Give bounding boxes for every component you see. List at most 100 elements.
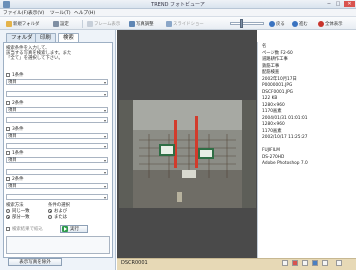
condition2-item-select[interactable]: 項目 <box>6 107 108 113</box>
window-title: TREND フォトビューア <box>151 2 205 8</box>
minimize-button[interactable]: − <box>325 1 333 7</box>
maximize-button[interactable]: □ <box>334 1 342 7</box>
fit-label: 全体表示 <box>325 21 343 27</box>
menu-tools[interactable]: ツール(T) <box>50 10 71 16</box>
play-icon <box>62 226 68 232</box>
construction-photo <box>119 100 256 208</box>
property-value: 2004/01/31 01:01:01 <box>262 115 308 121</box>
property-value: FUJIFILM <box>262 148 280 153</box>
condition4-value-select[interactable] <box>6 169 108 175</box>
condition3-label: 3条件 <box>12 127 24 132</box>
zoom-slider-thumb[interactable] <box>240 19 243 28</box>
slideshow-icon <box>166 20 172 27</box>
back-label: 戻る <box>276 21 285 27</box>
forward-arrow-icon <box>292 20 298 27</box>
property-value: DSCF0001.JPG <box>262 89 293 95</box>
or-radio[interactable] <box>48 215 52 219</box>
search-result-list[interactable] <box>6 236 110 254</box>
tab-search[interactable]: 検索 <box>58 33 79 42</box>
settings-label: 設定 <box>60 21 69 27</box>
slideshow-label: スライドショー <box>173 21 204 27</box>
condition3-item-select[interactable]: 項目 <box>6 133 108 139</box>
slideshow-button[interactable]: スライドショー <box>163 19 207 28</box>
view-mark-icon[interactable] <box>292 260 298 266</box>
menu-bar: ファイル(F) 表示(V) ツール(T) ヘルプ(H) <box>0 9 356 17</box>
back-button[interactable]: 戻る <box>266 19 288 28</box>
condition2-value-select[interactable] <box>6 117 108 123</box>
execute-label: 実行 <box>70 227 79 232</box>
property-value: 1280×960 <box>262 122 285 127</box>
new-folder-label: 新規フォルダ <box>13 21 40 27</box>
new-folder-button[interactable]: 新規フォルダ <box>3 19 42 28</box>
condition4-checkbox[interactable] <box>6 151 10 155</box>
condition4-item-select[interactable]: 項目 <box>6 157 108 163</box>
partial-match-label: 部分一致 <box>12 215 30 220</box>
property-value: 1170画素 <box>262 109 282 114</box>
gear-icon <box>53 20 59 27</box>
photo-icon <box>129 20 135 27</box>
condition1-label: 1条件 <box>12 73 24 78</box>
narrow-results-label: 検索結果で絞込 <box>12 227 43 232</box>
toolbar-separator <box>82 20 83 28</box>
condition5-value-select[interactable] <box>6 194 108 200</box>
partial-match-radio[interactable] <box>6 215 10 219</box>
exclude-photo-button[interactable]: 表示写真を除外 <box>8 258 62 266</box>
exact-match-radio[interactable] <box>6 209 10 213</box>
property-value: P0000001.JPG <box>262 83 293 88</box>
photo-adjust-label: 写真調整 <box>136 21 154 27</box>
fit-button[interactable]: 全体表示 <box>315 19 346 28</box>
condition1-value-select[interactable] <box>6 91 108 97</box>
current-filename: DSCR0001 <box>121 260 148 266</box>
fit-icon <box>318 20 324 27</box>
menu-file[interactable]: ファイル(F) <box>3 10 28 16</box>
condition1-item-select[interactable]: 項目 <box>6 79 108 85</box>
frame-icon <box>87 20 93 27</box>
menu-view[interactable]: 表示(V) <box>28 10 44 16</box>
property-value: Adobe Photoshop 7.0 <box>262 161 308 166</box>
property-value: ページ数 F2-60 <box>262 50 293 56</box>
narrow-results-checkbox[interactable] <box>6 227 10 231</box>
property-value: 名 <box>262 44 267 49</box>
property-value: DS-270HD <box>262 154 285 160</box>
view-grid-icon[interactable] <box>302 260 308 266</box>
menu-help[interactable]: ヘルプ(H) <box>74 10 95 16</box>
execute-button[interactable]: 実行 <box>60 225 88 233</box>
search-description-line: 「全て」を選択して下さい。 <box>6 56 63 61</box>
condition2-checkbox[interactable] <box>6 101 10 105</box>
property-value: 鉄筋工事 <box>262 63 280 69</box>
folder-icon <box>6 20 12 27</box>
or-label: または <box>54 215 68 220</box>
zoom-icon[interactable] <box>336 260 342 266</box>
property-value: 1280×960 <box>262 102 285 108</box>
view-info-icon[interactable] <box>312 260 318 266</box>
frame-view-label: フレーム表示 <box>94 21 121 27</box>
forward-label: 進む <box>299 21 308 27</box>
condition5-item-select[interactable]: 項目 <box>6 183 108 189</box>
back-arrow-icon <box>269 20 275 27</box>
condition5-checkbox[interactable] <box>6 177 10 181</box>
condition1-checkbox[interactable] <box>6 73 10 77</box>
condition4-label: 1条件 <box>12 151 24 156</box>
condition3-value-select[interactable] <box>6 143 108 149</box>
zoom-slider[interactable] <box>230 22 264 25</box>
view-list-icon[interactable] <box>322 260 328 266</box>
property-value: 1170画素 <box>262 128 282 134</box>
view-single-icon[interactable] <box>282 260 288 266</box>
and-radio[interactable] <box>48 209 52 213</box>
photo-adjust-button[interactable]: 写真調整 <box>126 19 157 28</box>
tab-print[interactable]: 印刷 <box>35 33 56 42</box>
status-bar <box>117 258 356 270</box>
close-button[interactable]: ✕ <box>344 1 355 7</box>
frame-view-button[interactable]: フレーム表示 <box>84 19 123 28</box>
condition5-label: 2条件 <box>12 177 24 182</box>
property-value: 2002年10月17日 <box>262 76 297 82</box>
forward-button[interactable]: 進む <box>289 19 311 28</box>
tab-folder[interactable]: フォルダ <box>6 33 38 42</box>
property-value: 道路耕作工事 <box>262 57 288 62</box>
settings-button[interactable]: 設定 <box>50 19 72 28</box>
property-value: 配筋検査 <box>262 70 280 75</box>
condition2-label: 2条件 <box>12 101 24 106</box>
property-value: 2002/10/17 11:25:27 <box>262 135 308 140</box>
property-value: 122 KB <box>262 96 278 101</box>
condition3-checkbox[interactable] <box>6 127 10 131</box>
